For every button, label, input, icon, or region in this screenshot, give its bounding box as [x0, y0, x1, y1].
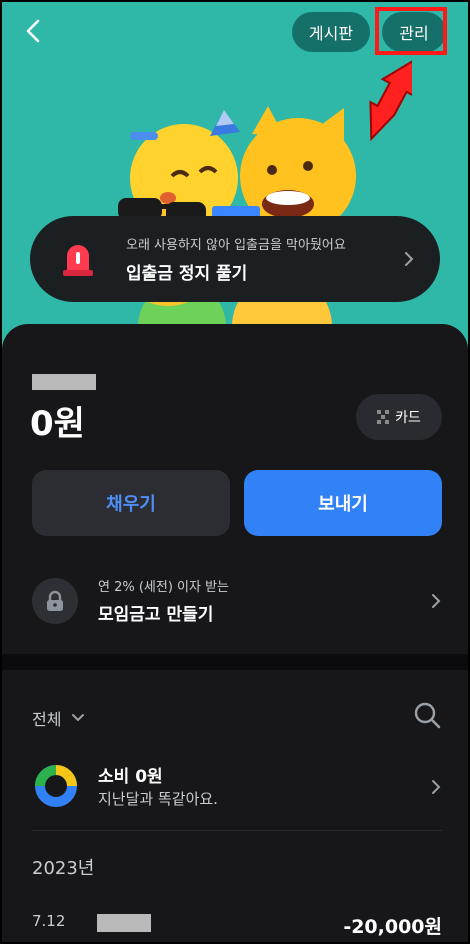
- back-arrow-icon: [26, 19, 40, 43]
- savings-subtitle: 연 2% (세전) 이자 받는: [98, 580, 230, 595]
- spending-subtitle: 지난달과 똑같아요.: [98, 790, 218, 808]
- card-button[interactable]: 카드: [356, 394, 442, 440]
- account-name-redacted: [32, 374, 96, 390]
- chevron-right-icon: [405, 252, 414, 266]
- chevron-right-icon: [432, 594, 441, 608]
- hero-banner: 게시판 관리 오래 사용하지 않아 입출금을 막아뒀어요 입출금 정지 풀기: [2, 2, 468, 362]
- account-panel: 0원 카드 채우기 보내기 연 2% (세전) 이자 받는 모임금고 만들기: [2, 324, 468, 654]
- siren-icon: [63, 245, 93, 276]
- fill-button-label: 채우기: [106, 494, 156, 515]
- manage-highlight-box: [375, 7, 447, 55]
- unlock-notice-banner[interactable]: 오래 사용하지 않아 입출금을 막아뒀어요 입출금 정지 풀기: [30, 216, 440, 302]
- notice-subtitle: 오래 사용하지 않아 입출금을 막아뒀어요: [126, 238, 346, 253]
- notice-title: 입출금 정지 풀기: [126, 264, 248, 284]
- board-button-label: 게시판: [308, 24, 354, 43]
- transaction-row[interactable]: 7.12 -20,000원: [2, 908, 468, 942]
- board-button[interactable]: 게시판: [292, 12, 370, 52]
- send-button[interactable]: 보내기: [244, 470, 442, 536]
- send-button-label: 보내기: [318, 494, 368, 515]
- account-balance: 0원: [30, 404, 85, 444]
- transaction-name-redacted: [97, 914, 151, 932]
- filter-label: 전체: [32, 710, 62, 729]
- spending-title: 소비 0원: [98, 767, 163, 787]
- card-icon: [377, 410, 390, 424]
- fill-button[interactable]: 채우기: [32, 470, 230, 536]
- back-button[interactable]: [16, 14, 50, 48]
- app-screen: 게시판 관리 오래 사용하지 않아 입출금을 막아뒀어요 입출금 정지 풀기 0…: [0, 0, 470, 944]
- spending-summary-row[interactable]: 소비 0원 지난달과 똑같아요.: [2, 754, 468, 830]
- transaction-amount: -20,000원: [343, 916, 442, 938]
- create-savings-row[interactable]: 연 2% (세전) 이자 받는 모임금고 만들기: [2, 564, 468, 644]
- lock-icon: [47, 590, 63, 611]
- card-button-label: 카드: [395, 410, 421, 426]
- spending-donut-icon: [35, 765, 77, 807]
- divider: [32, 830, 442, 831]
- filter-dropdown[interactable]: 전체: [32, 706, 85, 730]
- lock-badge: [32, 578, 78, 624]
- chevron-right-icon: [432, 780, 441, 794]
- search-icon[interactable]: [412, 700, 442, 730]
- section-divider: [2, 654, 468, 670]
- year-header: 2023년: [32, 858, 95, 879]
- transactions-section: 전체 소비 0원 지난달과 똑같아요. 2023년 7.12 -20,000원: [2, 670, 468, 942]
- chevron-down-icon: [72, 714, 85, 722]
- transaction-date: 7.12: [32, 912, 66, 930]
- savings-title: 모임금고 만들기: [98, 605, 214, 625]
